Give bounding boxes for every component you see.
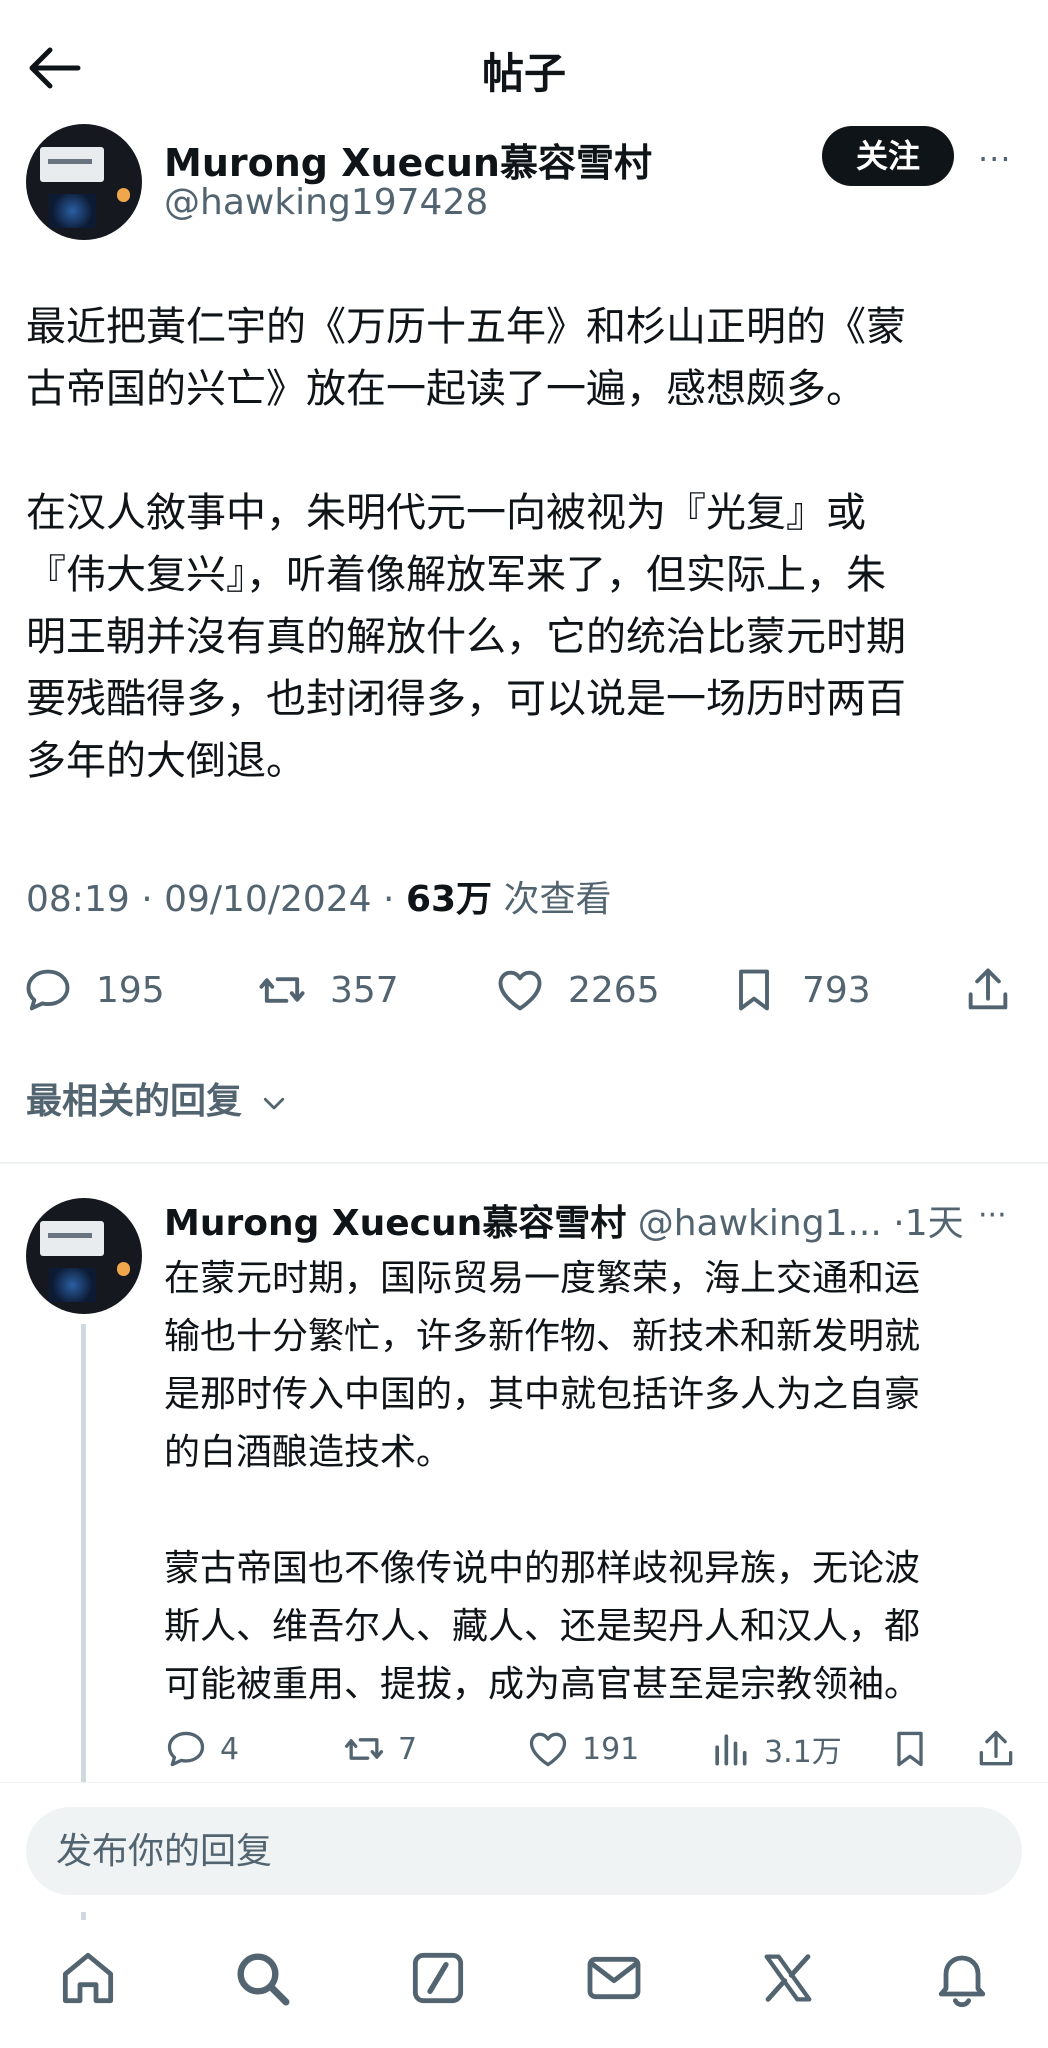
reply-action-bar: 4 7 191 3.1万	[0, 1724, 1048, 1774]
reply-like-button[interactable]: 191	[526, 1724, 639, 1774]
reply-count: 195	[96, 969, 165, 1011]
reply-header: Murong Xuecun慕容雪村 @hawking1... ·1天	[164, 1194, 964, 1246]
more-options-icon[interactable]: ···	[978, 1198, 1007, 1233]
reply-author-handle[interactable]: @hawking1...	[638, 1203, 882, 1244]
reply-reply-button[interactable]: 4	[164, 1724, 239, 1774]
bottom-tab-bar	[0, 1920, 1048, 2048]
post-text-line: 多年的大倒退。	[26, 738, 306, 784]
page-title: 帖子	[481, 49, 566, 98]
post-text-line: 要残酷得多，也封闭得多，可以说是一场历时两百	[26, 676, 906, 722]
bell-icon	[938, 1955, 986, 2008]
tab-search[interactable]	[230, 1946, 294, 2010]
post-text: 最近把黃仁宇的《万历十五年》和杉山正明的《蒙 古帝国的兴亡》放在一起读了一遍，感…	[26, 296, 1026, 792]
reply-repost-count: 7	[398, 1731, 418, 1767]
share-upload-icon	[968, 968, 1008, 1010]
author-name[interactable]: Murong Xuecun慕容雪村	[164, 132, 652, 187]
views-label: 次查看	[503, 879, 612, 920]
tab-messages[interactable]	[582, 1946, 646, 2010]
tab-notifications[interactable]	[930, 1946, 994, 2010]
share-upload-icon	[979, 1730, 1013, 1766]
speech-bubble-icon	[26, 969, 70, 1011]
avatar[interactable]	[26, 1198, 142, 1314]
reply-bookmark-button[interactable]	[888, 1724, 944, 1774]
replies-sort-label: 最相关的回复	[26, 1081, 243, 1122]
repost-count: 357	[330, 969, 399, 1011]
bookmark-icon	[739, 969, 769, 1011]
x-logo-icon	[764, 1954, 812, 2002]
post-meta: 08:19 · 09/10/2024 · 63万 次查看	[26, 879, 612, 920]
post-time: 08:19	[26, 879, 130, 920]
reply-text-line: 斯人、维吾尔人、藏人、还是契丹人和汉人，都	[164, 1606, 921, 1647]
chevron-down-icon	[263, 1097, 284, 1110]
post-text-line: 『伟大复兴』，听着像解放军来了，但实际上，朱	[26, 552, 886, 598]
reply-text-line: 可能被重用、提拔，成为高官甚至是宗教领袖。	[164, 1664, 921, 1705]
search-icon	[237, 1953, 290, 2006]
post-author-row: Murong Xuecun慕容雪村 @hawking197428 关注 ···	[0, 122, 1048, 252]
reply-text-line: 输也十分繁忙，许多新作物、新技术和新发明就	[164, 1316, 921, 1357]
views-count[interactable]: 63万	[406, 879, 492, 920]
reply-text: 在蒙元时期，国际贸易一度繁荣，海上交通和运 输也十分繁忙，许多新作物、新技术和新…	[164, 1250, 1024, 1714]
replies-sort-dropdown[interactable]: 最相关的回复	[26, 1072, 289, 1124]
post-action-bar: 195 357 2265 793	[0, 960, 1048, 1020]
reply-button[interactable]: 195	[22, 960, 165, 1020]
home-icon	[62, 1952, 114, 2004]
heart-icon	[529, 1732, 567, 1767]
share-button[interactable]	[962, 960, 1036, 1020]
reply-text-line: 是那时传入中国的，其中就包括许多人为之自豪	[164, 1374, 921, 1415]
post-text-line: 古帝国的兴亡》放在一起读了一遍，感想颇多。	[26, 366, 866, 412]
reply-composer	[0, 1782, 1048, 1912]
reply-reply-count: 4	[220, 1731, 240, 1767]
reply-text-line: 的白酒酿造技术。	[164, 1432, 453, 1473]
repost-arrows-icon	[344, 1738, 384, 1760]
post-date: 09/10/2024	[164, 879, 372, 920]
reply-text-line: 蒙古帝国也不像传说中的那样歧视异族，无论波	[164, 1548, 921, 1589]
more-options-icon[interactable]: ···	[978, 140, 1012, 178]
speech-bubble-icon	[167, 1731, 205, 1767]
tab-home[interactable]	[56, 1946, 120, 2010]
post-text-line: 最近把黃仁宇的《万历十五年》和杉山正明的《蒙	[26, 304, 906, 350]
reply-share-button[interactable]	[974, 1724, 1030, 1774]
reply-item[interactable]: Murong Xuecun慕容雪村 @hawking1... ·1天 ··· 在…	[0, 1164, 1048, 1944]
repost-arrows-icon	[259, 977, 305, 1003]
reply-time: 1天	[904, 1203, 964, 1244]
like-button[interactable]: 2265	[494, 960, 660, 1020]
bookmark-button[interactable]: 793	[728, 960, 871, 1020]
compose-slash-icon	[412, 1952, 464, 2004]
reply-views-count: 3.1万	[764, 1735, 842, 1770]
envelope-icon	[587, 1956, 641, 2000]
reply-text-line: 在蒙元时期，国际贸易一度繁荣，海上交通和运	[164, 1258, 921, 1299]
reply-author-name[interactable]: Murong Xuecun慕容雪村	[164, 1203, 626, 1244]
post-text-line: 在汉人敘事中，朱明代元一向被视为『光复』或	[26, 490, 866, 536]
avatar[interactable]	[26, 124, 142, 240]
tab-compose[interactable]	[406, 1946, 470, 2010]
reply-separator: ·	[893, 1203, 905, 1244]
reply-repost-button[interactable]: 7	[342, 1724, 417, 1774]
heart-icon	[498, 970, 542, 1011]
tab-grok[interactable]	[756, 1946, 820, 2010]
bookmark-count: 793	[802, 969, 871, 1011]
follow-button[interactable]: 关注	[822, 126, 954, 186]
author-handle[interactable]: @hawking197428	[164, 182, 488, 223]
repost-button[interactable]: 357	[256, 960, 399, 1020]
bookmark-icon	[897, 1731, 923, 1767]
like-count: 2265	[568, 969, 660, 1011]
reply-like-count: 191	[582, 1731, 640, 1767]
reply-views-button[interactable]: 3.1万	[708, 1724, 842, 1774]
bar-chart-icon	[715, 1734, 747, 1766]
top-bar: 帖子	[0, 0, 1048, 130]
reply-input[interactable]	[26, 1807, 1022, 1895]
post-text-line: 明王朝并沒有真的解放什么，它的统治比蒙元时期	[26, 614, 906, 660]
